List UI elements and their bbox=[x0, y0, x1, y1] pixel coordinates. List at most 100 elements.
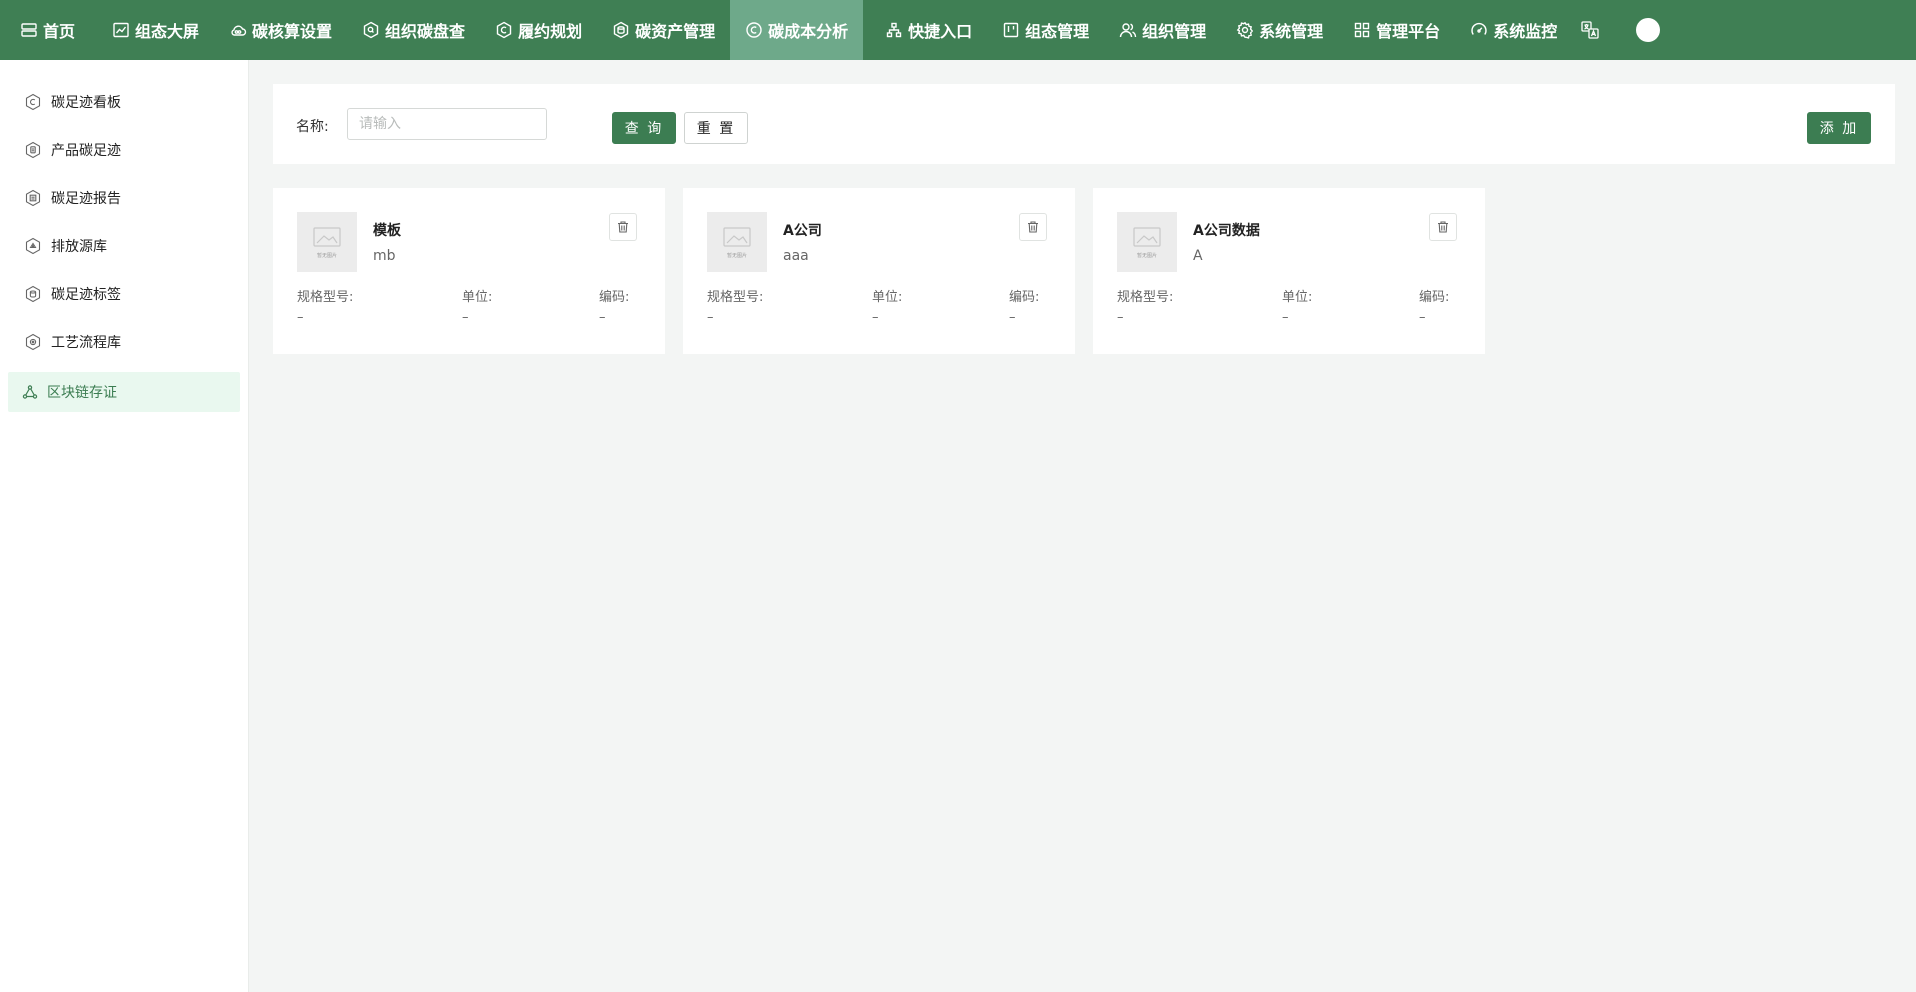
circle-c-icon bbox=[746, 22, 762, 38]
product-card[interactable]: 暂无图片 A公司数据 A 规格型号: – 单位: – 编码: – bbox=[1093, 188, 1485, 354]
delete-button[interactable] bbox=[609, 213, 637, 241]
spec-value: – bbox=[297, 310, 304, 325]
unit-label: 单位: bbox=[872, 290, 903, 305]
sidebar-item-product-footprint[interactable]: 产品碳足迹 bbox=[8, 130, 240, 170]
sidebar-item-label: 工艺流程库 bbox=[51, 335, 121, 351]
card-thumbnail: 暂无图片 bbox=[1117, 212, 1177, 272]
nav-item-org-management[interactable]: 组织管理 bbox=[1104, 0, 1221, 60]
card-title: 模板 bbox=[373, 223, 401, 239]
nav-item-carbon-cost[interactable]: 碳成本分析 bbox=[730, 0, 864, 60]
thumb-caption: 暂无图片 bbox=[726, 253, 747, 259]
top-navigation: 首页 组态大屏 碳核算设置 组织碳盘查 履约规划 碳资产管理 碳成本分析 快捷入… bbox=[0, 0, 1916, 60]
nav-item-system-management[interactable]: 系统管理 bbox=[1221, 0, 1338, 60]
kanban-icon bbox=[1003, 22, 1019, 38]
nav-item-label: 碳资产管理 bbox=[635, 22, 716, 41]
unit-value: – bbox=[462, 310, 469, 325]
trash-icon bbox=[1438, 221, 1448, 233]
nav-item-label: 首页 bbox=[43, 22, 76, 41]
chart-line-icon bbox=[113, 22, 129, 38]
delete-button[interactable] bbox=[1429, 213, 1457, 241]
nav-item-label: 系统监控 bbox=[1493, 22, 1558, 41]
hex-c-icon bbox=[25, 93, 41, 111]
sidebar-item-footprint-label[interactable]: 碳足迹标签 bbox=[8, 274, 240, 314]
card-subtitle: A bbox=[1193, 248, 1203, 264]
code-value: – bbox=[599, 310, 606, 325]
search-panel: 名称: 查 询 重 置 添 加 bbox=[273, 84, 1895, 164]
sidebar-item-emission-source[interactable]: 排放源库 bbox=[8, 226, 240, 266]
translate-icon[interactable] bbox=[1578, 0, 1602, 60]
code-label: 编码: bbox=[599, 290, 630, 305]
code-label: 编码: bbox=[1419, 290, 1450, 305]
nav-item-label: 系统管理 bbox=[1259, 22, 1324, 41]
card-thumbnail: 暂无图片 bbox=[707, 212, 767, 272]
card-title: A公司数据 bbox=[1193, 223, 1260, 239]
spec-label: 规格型号: bbox=[1117, 290, 1174, 305]
sidebar-item-process-library[interactable]: 工艺流程库 bbox=[8, 322, 240, 362]
code-field: 编码: – bbox=[599, 288, 629, 328]
unit-field: 单位: – bbox=[872, 288, 902, 328]
sidebar-item-footprint-report[interactable]: 碳足迹报告 bbox=[8, 178, 240, 218]
nav-item-config-management[interactable]: 组态管理 bbox=[987, 0, 1104, 60]
thumb-caption: 暂无图片 bbox=[1136, 253, 1157, 259]
nav-item-carbon-assets[interactable]: 碳资产管理 bbox=[597, 0, 730, 60]
hex-tag-icon bbox=[25, 285, 41, 303]
sidebar-item-label: 碳足迹标签 bbox=[51, 287, 121, 303]
delete-button[interactable] bbox=[1019, 213, 1047, 241]
spec-label: 规格型号: bbox=[297, 290, 354, 305]
sitemap-icon bbox=[886, 22, 902, 38]
nav-item-carbon-accounting[interactable]: 碳核算设置 bbox=[214, 0, 347, 60]
spec-label: 规格型号: bbox=[707, 290, 764, 305]
avatar[interactable] bbox=[1636, 18, 1661, 42]
nav-item-org-inventory[interactable]: 组织碳盘查 bbox=[347, 0, 480, 60]
nav-item-label: 碳核算设置 bbox=[252, 22, 333, 41]
hex-c-icon bbox=[496, 21, 512, 39]
hex-db-icon bbox=[613, 21, 629, 39]
nav-item-label: 组态管理 bbox=[1025, 22, 1090, 41]
blockchain-icon bbox=[22, 385, 38, 399]
product-card[interactable]: 暂无图片 模板 mb 规格型号: – 单位: – 编码: – bbox=[273, 188, 665, 354]
unit-field: 单位: – bbox=[462, 288, 492, 328]
nav-item-system-monitor[interactable]: 系统监控 bbox=[1455, 0, 1572, 60]
unit-label: 单位: bbox=[1282, 290, 1313, 305]
nav-item-home[interactable]: 首页 bbox=[0, 0, 97, 60]
card-thumbnail: 暂无图片 bbox=[297, 212, 357, 272]
name-label: 名称: bbox=[296, 119, 329, 135]
unit-field: 单位: – bbox=[1282, 288, 1312, 328]
cloud-co2-icon bbox=[231, 25, 247, 36]
nav-item-label: 管理平台 bbox=[1376, 22, 1441, 41]
nav-item-shortcuts[interactable]: 快捷入口 bbox=[863, 0, 987, 60]
name-search-input[interactable] bbox=[347, 108, 547, 140]
nav-item-label: 碳成本分析 bbox=[768, 22, 849, 41]
sidebar: 碳足迹看板 产品碳足迹 碳足迹报告 排放源库 碳足迹标签 工艺流程库 区块链存证 bbox=[0, 60, 249, 992]
nav-item-dashboard[interactable]: 组态大屏 bbox=[97, 0, 214, 60]
nav-item-management-platform[interactable]: 管理平台 bbox=[1338, 0, 1455, 60]
image-placeholder-icon bbox=[313, 227, 341, 247]
gear-icon bbox=[1236, 21, 1254, 39]
sidebar-item-footprint-board[interactable]: 碳足迹看板 bbox=[8, 82, 240, 122]
product-card[interactable]: 暂无图片 A公司 aaa 规格型号: – 单位: – 编码: – bbox=[683, 188, 1075, 354]
code-field: 编码: – bbox=[1419, 288, 1449, 328]
sidebar-item-blockchain[interactable]: 区块链存证 bbox=[8, 372, 240, 412]
sidebar-item-label: 产品碳足迹 bbox=[51, 143, 121, 159]
reset-button[interactable]: 重 置 bbox=[684, 112, 748, 144]
spec-value: – bbox=[1117, 310, 1124, 325]
sidebar-item-label: 碳足迹看板 bbox=[51, 95, 121, 111]
unit-value: – bbox=[872, 310, 879, 325]
code-label: 编码: bbox=[1009, 290, 1040, 305]
server-icon bbox=[21, 23, 37, 37]
trash-icon bbox=[1028, 221, 1038, 233]
nav-item-label: 履约规划 bbox=[518, 22, 583, 41]
thumb-caption: 暂无图片 bbox=[316, 253, 337, 259]
spec-field: 规格型号: – bbox=[297, 288, 353, 328]
query-button[interactable]: 查 询 bbox=[612, 112, 676, 144]
spec-field: 规格型号: – bbox=[707, 288, 763, 328]
sidebar-item-label: 碳足迹报告 bbox=[51, 191, 121, 207]
nav-item-label: 组织碳盘查 bbox=[385, 22, 466, 41]
card-subtitle: mb bbox=[373, 248, 396, 264]
card-subtitle: aaa bbox=[783, 248, 809, 264]
sidebar-item-label: 排放源库 bbox=[51, 239, 107, 255]
spec-field: 规格型号: – bbox=[1117, 288, 1173, 328]
nav-item-compliance[interactable]: 履约规划 bbox=[480, 0, 597, 60]
add-button[interactable]: 添 加 bbox=[1807, 112, 1871, 144]
spec-value: – bbox=[707, 310, 714, 325]
